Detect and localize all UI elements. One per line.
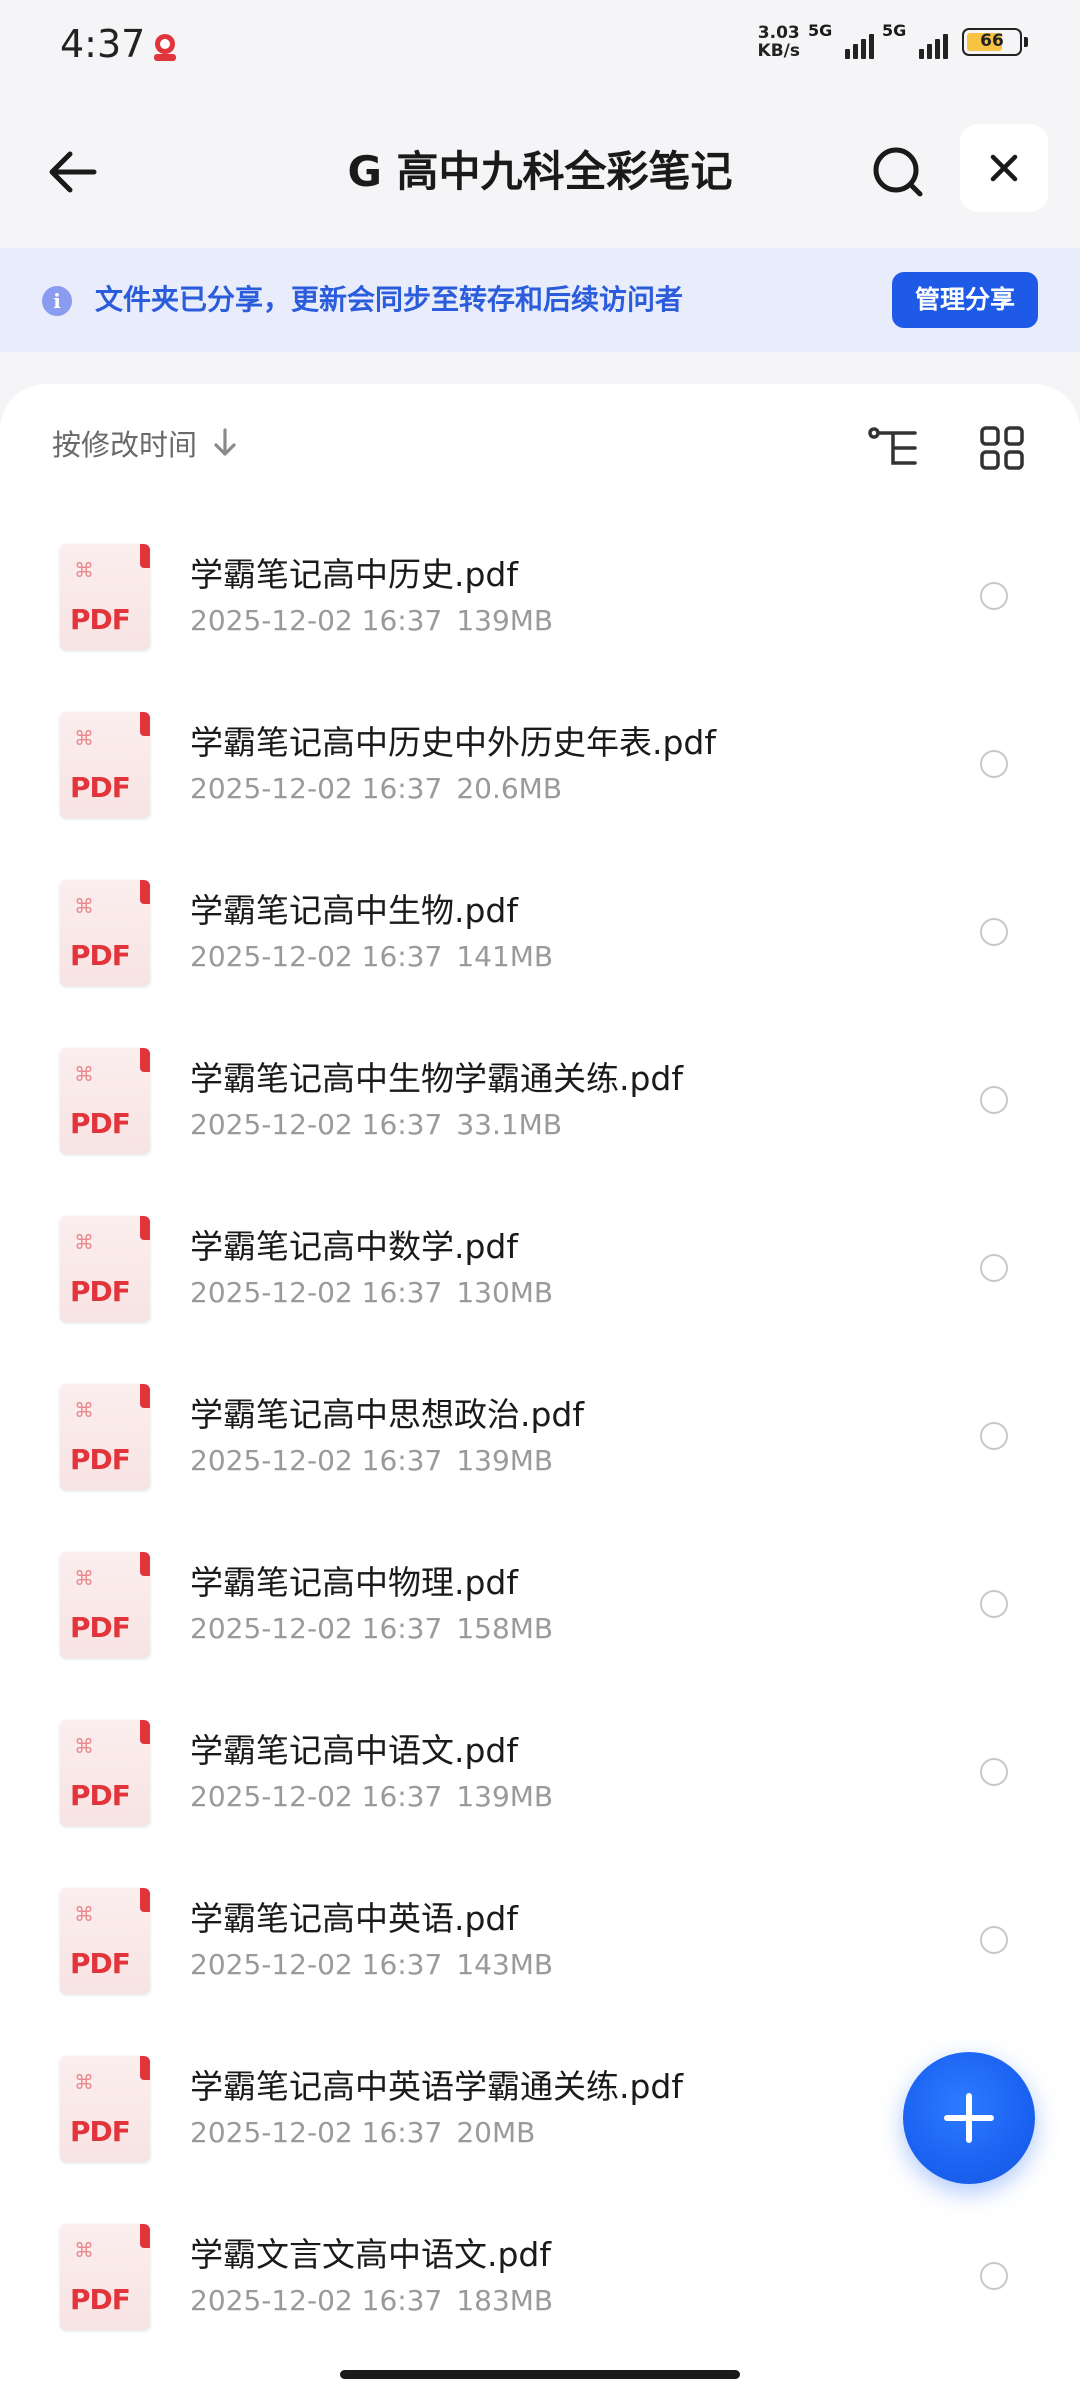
status-time: 4:37 xyxy=(60,22,146,66)
pdf-file-icon: ⌘ PDF xyxy=(60,712,150,818)
pdf-file-icon: ⌘ PDF xyxy=(60,1552,150,1658)
signal-strength-2-icon: 5G xyxy=(882,21,948,59)
pdf-file-icon: ⌘ PDF xyxy=(60,2056,150,2162)
file-name: 学霸笔记高中思想政治.pdf xyxy=(190,1395,585,1434)
select-radio[interactable] xyxy=(980,2262,1008,2290)
file-name: 学霸笔记高中历史.pdf xyxy=(190,555,519,594)
file-name: 学霸笔记高中生物学霸通关练.pdf xyxy=(190,1059,684,1098)
select-radio[interactable] xyxy=(980,750,1008,778)
file-meta: 2025-12-02 16:37 33.1MB xyxy=(190,1108,563,1141)
file-row[interactable]: ⌘ PDF 学霸笔记高中语文.pdf 2025-12-02 16:37 139MB xyxy=(0,1708,1080,1876)
file-name: 学霸笔记高中生物.pdf xyxy=(190,891,519,930)
home-indicator[interactable] xyxy=(340,2370,740,2379)
file-row[interactable]: ⌘ PDF 学霸笔记高中数学.pdf 2025-12-02 16:37 130MB xyxy=(0,1204,1080,1372)
plus-icon xyxy=(944,2093,994,2143)
file-name: 学霸笔记高中物理.pdf xyxy=(190,1563,519,1602)
file-meta: 2025-12-02 16:37 139MB xyxy=(190,604,554,637)
pdf-file-icon: ⌘ PDF xyxy=(60,1720,150,1826)
arrow-down-icon xyxy=(214,428,236,456)
file-meta: 2025-12-02 16:37 139MB xyxy=(190,1444,554,1477)
file-row[interactable]: ⌘ PDF 学霸文言文高中语文.pdf 2025-12-02 16:37 183MB xyxy=(0,2212,1080,2380)
select-radio[interactable] xyxy=(980,1086,1008,1114)
file-row[interactable]: ⌘ PDF 学霸笔记高中英语.pdf 2025-12-02 16:37 143MB xyxy=(0,1876,1080,2044)
pdf-file-icon: ⌘ PDF xyxy=(60,880,150,986)
pdf-file-icon: ⌘ PDF xyxy=(60,1384,150,1490)
file-meta: 2025-12-02 16:37 130MB xyxy=(190,1276,554,1309)
file-meta: 2025-12-02 16:37 20MB xyxy=(190,2116,536,2149)
file-meta: 2025-12-02 16:37 141MB xyxy=(190,940,554,973)
file-name: 学霸文言文高中语文.pdf xyxy=(190,2235,552,2274)
arrow-left-icon xyxy=(49,151,97,193)
pdf-file-icon: ⌘ PDF xyxy=(60,2224,150,2330)
select-radio[interactable] xyxy=(980,1422,1008,1450)
pdf-file-icon: ⌘ PDF xyxy=(60,1216,150,1322)
grid-view-icon xyxy=(980,426,1024,470)
file-row[interactable]: ⌘ PDF 学霸笔记高中生物.pdf 2025-12-02 16:37 141MB xyxy=(0,868,1080,1036)
file-meta: 2025-12-02 16:37 139MB xyxy=(190,1780,554,1813)
file-row[interactable]: ⌘ PDF 学霸笔记高中历史中外历史年表.pdf 2025-12-02 16:37… xyxy=(0,700,1080,868)
grid-view-button[interactable] xyxy=(972,418,1032,478)
sort-label: 按修改时间 xyxy=(52,428,198,462)
file-name: 学霸笔记高中英语.pdf xyxy=(190,1899,519,1938)
manage-share-button[interactable]: 管理分享 xyxy=(892,272,1038,328)
select-radio[interactable] xyxy=(980,1758,1008,1786)
close-icon xyxy=(990,154,1018,182)
add-button[interactable] xyxy=(903,2052,1035,2184)
back-button[interactable] xyxy=(40,140,104,204)
select-radio[interactable] xyxy=(980,582,1008,610)
tree-view-icon xyxy=(868,427,917,465)
file-row[interactable]: ⌘ PDF 学霸笔记高中生物学霸通关练.pdf 2025-12-02 16:37 3… xyxy=(0,1036,1080,1204)
select-radio[interactable] xyxy=(980,1926,1008,1954)
file-row[interactable]: ⌘ PDF 学霸笔记高中思想政治.pdf 2025-12-02 16:37 139M… xyxy=(0,1372,1080,1540)
file-meta: 2025-12-02 16:37 158MB xyxy=(190,1612,554,1645)
app-notification-icon xyxy=(154,34,176,61)
pdf-file-icon: ⌘ PDF xyxy=(60,544,150,650)
signal-strength-1-icon: 5G xyxy=(808,21,874,59)
file-name: 学霸笔记高中语文.pdf xyxy=(190,1731,519,1770)
status-indicators: 3.03 KB/s 5G 5G 66 xyxy=(757,21,1028,61)
pdf-file-icon: ⌘ PDF xyxy=(60,1048,150,1154)
battery-icon: 66 xyxy=(962,28,1028,56)
tree-view-button[interactable] xyxy=(864,418,924,478)
file-row[interactable]: ⌘ PDF 学霸笔记高中历史.pdf 2025-12-02 16:37 139MB xyxy=(0,532,1080,700)
status-bar: 4:37 3.03 KB/s 5G 5G 66 xyxy=(0,0,1080,95)
sort-selector[interactable]: 按修改时间 xyxy=(52,422,239,464)
share-info-text: 文件夹已分享，更新会同步至转存和后续访问者 xyxy=(95,283,684,316)
pdf-file-icon: ⌘ PDF xyxy=(60,1888,150,1994)
search-icon xyxy=(873,147,923,197)
file-name: 学霸笔记高中英语学霸通关练.pdf xyxy=(190,2067,684,2106)
file-row[interactable]: ⌘ PDF 学霸笔记高中物理.pdf 2025-12-02 16:37 158MB xyxy=(0,1540,1080,1708)
header: G 高中九科全彩笔记 xyxy=(0,120,1080,220)
select-radio[interactable] xyxy=(980,918,1008,946)
close-button[interactable] xyxy=(960,124,1048,212)
page-title: G 高中九科全彩笔记 xyxy=(347,147,733,196)
file-meta: 2025-12-02 16:37 143MB xyxy=(190,1948,554,1981)
select-radio[interactable] xyxy=(980,1590,1008,1618)
search-button[interactable] xyxy=(866,140,930,204)
info-icon: i xyxy=(42,286,72,316)
file-meta: 2025-12-02 16:37 183MB xyxy=(190,2284,554,2317)
share-info-banner: i 文件夹已分享，更新会同步至转存和后续访问者 管理分享 xyxy=(0,248,1080,352)
network-speed: 3.03 KB/s xyxy=(757,23,800,61)
file-meta: 2025-12-02 16:37 20.6MB xyxy=(190,772,563,805)
file-name: 学霸笔记高中历史中外历史年表.pdf xyxy=(190,723,717,762)
select-radio[interactable] xyxy=(980,1254,1008,1282)
file-name: 学霸笔记高中数学.pdf xyxy=(190,1227,519,1266)
